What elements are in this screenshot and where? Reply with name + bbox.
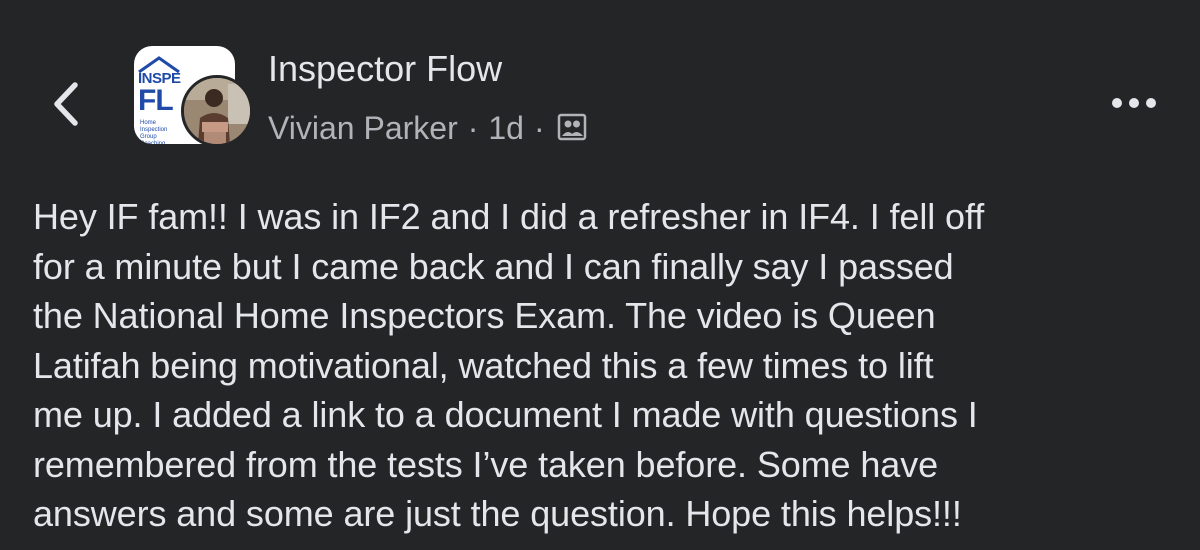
profile-photo xyxy=(184,78,250,144)
author-avatar[interactable] xyxy=(181,75,253,147)
post-text-line: Hey IF fam!! I was in IF2 and I did a re… xyxy=(33,196,985,237)
post-timestamp[interactable]: 1d xyxy=(488,110,524,147)
more-horizontal-icon xyxy=(1112,98,1156,108)
more-options-button[interactable] xyxy=(1104,88,1164,118)
meta-separator: · xyxy=(467,110,479,146)
back-button[interactable] xyxy=(40,76,92,132)
post-text-line: the National Home Inspectors Exam. The v… xyxy=(33,295,936,336)
post-text-line: Latifah being motivational, watched this… xyxy=(33,344,934,386)
meta-separator: · xyxy=(533,110,545,146)
post-text-line: me up. I added a link to a document I ma… xyxy=(33,394,978,435)
post-text: Hey IF fam!! I was in IF2 and I did a re… xyxy=(33,192,1183,539)
group-name-link[interactable]: Inspector Flow xyxy=(268,48,502,90)
post-text-line: answers and some are just the question. … xyxy=(33,493,962,534)
author-name-link[interactable]: Vivian Parker xyxy=(268,110,458,147)
chevron-left-icon xyxy=(54,82,78,126)
post-text-line: remembered from the tests I’ve taken bef… xyxy=(33,443,939,485)
logo-text-main: FL xyxy=(138,84,174,117)
logo-tagline: Home Inspection Group Coaching xyxy=(140,120,168,144)
post-meta: Vivian Parker · 1d · xyxy=(268,108,587,149)
members-icon xyxy=(557,112,587,149)
post-text-line: for a minute but I came back and I can f… xyxy=(33,245,954,287)
